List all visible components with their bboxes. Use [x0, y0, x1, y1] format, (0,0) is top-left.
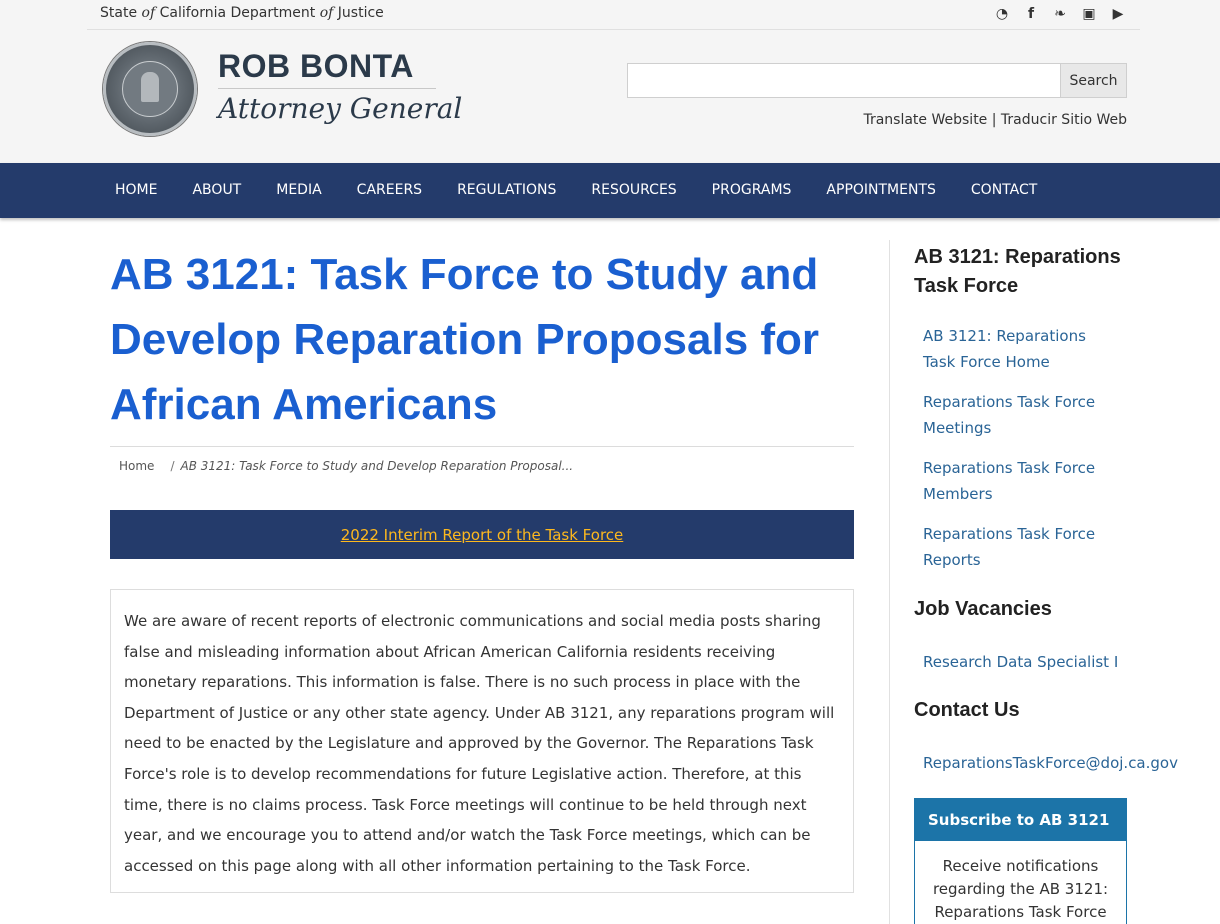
translate-website-link[interactable]: Translate Website — [863, 112, 987, 128]
subscribe-text: Receive notifications regarding the AB 3… — [932, 857, 1109, 921]
traducir-sitio-web-link[interactable]: Traducir Sitio Web — [1001, 112, 1127, 128]
search-input[interactable] — [627, 63, 1061, 98]
title-divider — [110, 446, 854, 447]
job-vacancies-title: Job Vacancies — [914, 598, 1052, 620]
brand-title[interactable]: Attorney General — [218, 92, 462, 125]
job-link-research-data-specialist[interactable]: Research Data Specialist I — [923, 649, 1123, 675]
search-button[interactable]: Search — [1060, 63, 1127, 98]
nav-appointments[interactable]: APPOINTMENTS — [809, 163, 953, 218]
youtube-icon[interactable]: ▶ — [1108, 4, 1128, 24]
nav-contact[interactable]: CONTACT — [954, 163, 1055, 218]
nav-media[interactable]: MEDIA — [259, 163, 339, 218]
rss-icon[interactable]: ◔ — [992, 4, 1012, 24]
social-links: ◔ f ❧ ▣ ▶ — [992, 4, 1128, 24]
nav-careers[interactable]: CAREERS — [340, 163, 440, 218]
nav-regulations[interactable]: REGULATIONS — [440, 163, 574, 218]
sidebar-task-force-links: AB 3121: Reparations Task Force Home Rep… — [923, 323, 1123, 587]
nav-about[interactable]: ABOUT — [175, 163, 259, 218]
notice-text: We are aware of recent reports of electr… — [124, 612, 835, 875]
interim-report-link[interactable]: 2022 Interim Report of the Task Force — [341, 526, 624, 544]
job-vacancies-list: Research Data Specialist I — [923, 649, 1123, 689]
nav-programs[interactable]: PROGRAMS — [695, 163, 810, 218]
sidebar-link-home[interactable]: AB 3121: Reparations Task Force Home — [923, 323, 1123, 375]
top-bar: State of California Department of Justic… — [87, 0, 1140, 30]
breadcrumb: Home / AB 3121: Task Force to Study and De… — [119, 459, 574, 473]
sidebar-divider — [889, 240, 890, 924]
sidebar-section-title: AB 3121: Reparations Task Force — [914, 246, 1121, 297]
breadcrumb-current: AB 3121: Task Force to Study and Develop… — [180, 459, 574, 473]
interim-report-banner: 2022 Interim Report of the Task Force — [110, 510, 854, 559]
misinformation-notice: We are aware of recent reports of electr… — [110, 589, 854, 893]
twitter-icon[interactable]: ❧ — [1050, 4, 1070, 24]
brand-name[interactable]: ROB BONTA — [218, 48, 414, 85]
contact-list: ReparationsTaskForce@doj.ca.gov — [923, 750, 1183, 790]
nav-resources[interactable]: RESOURCES — [574, 163, 694, 218]
contact-us-title: Contact Us — [914, 699, 1020, 721]
sidebar-link-meetings[interactable]: Reparations Task Force Meetings — [923, 389, 1123, 441]
page-title: AB 3121: Task Force to Study and Develop… — [110, 250, 820, 429]
instagram-icon[interactable]: ▣ — [1079, 4, 1099, 24]
sidebar-link-reports[interactable]: Reparations Task Force Reports — [923, 521, 1123, 573]
brand-divider — [218, 88, 436, 89]
sidebar-link-members[interactable]: Reparations Task Force Members — [923, 455, 1123, 507]
main-nav: HOME ABOUT MEDIA CAREERS REGULATIONS RES… — [0, 163, 1220, 218]
subscribe-title[interactable]: Subscribe to AB 3121 — [915, 799, 1126, 841]
subscribe-box: Subscribe to AB 3121 Receive notificatio… — [914, 798, 1127, 924]
department-name: State of California Department of Justic… — [100, 5, 384, 21]
translate-links: Translate Website | Traducir Sitio Web — [863, 112, 1127, 128]
facebook-icon[interactable]: f — [1021, 4, 1041, 24]
contact-email-link[interactable]: ReparationsTaskForce@doj.ca.gov — [923, 750, 1183, 776]
nav-home[interactable]: HOME — [98, 163, 175, 218]
breadcrumb-home[interactable]: Home — [119, 459, 154, 473]
attorney-general-seal-logo[interactable] — [103, 42, 197, 136]
